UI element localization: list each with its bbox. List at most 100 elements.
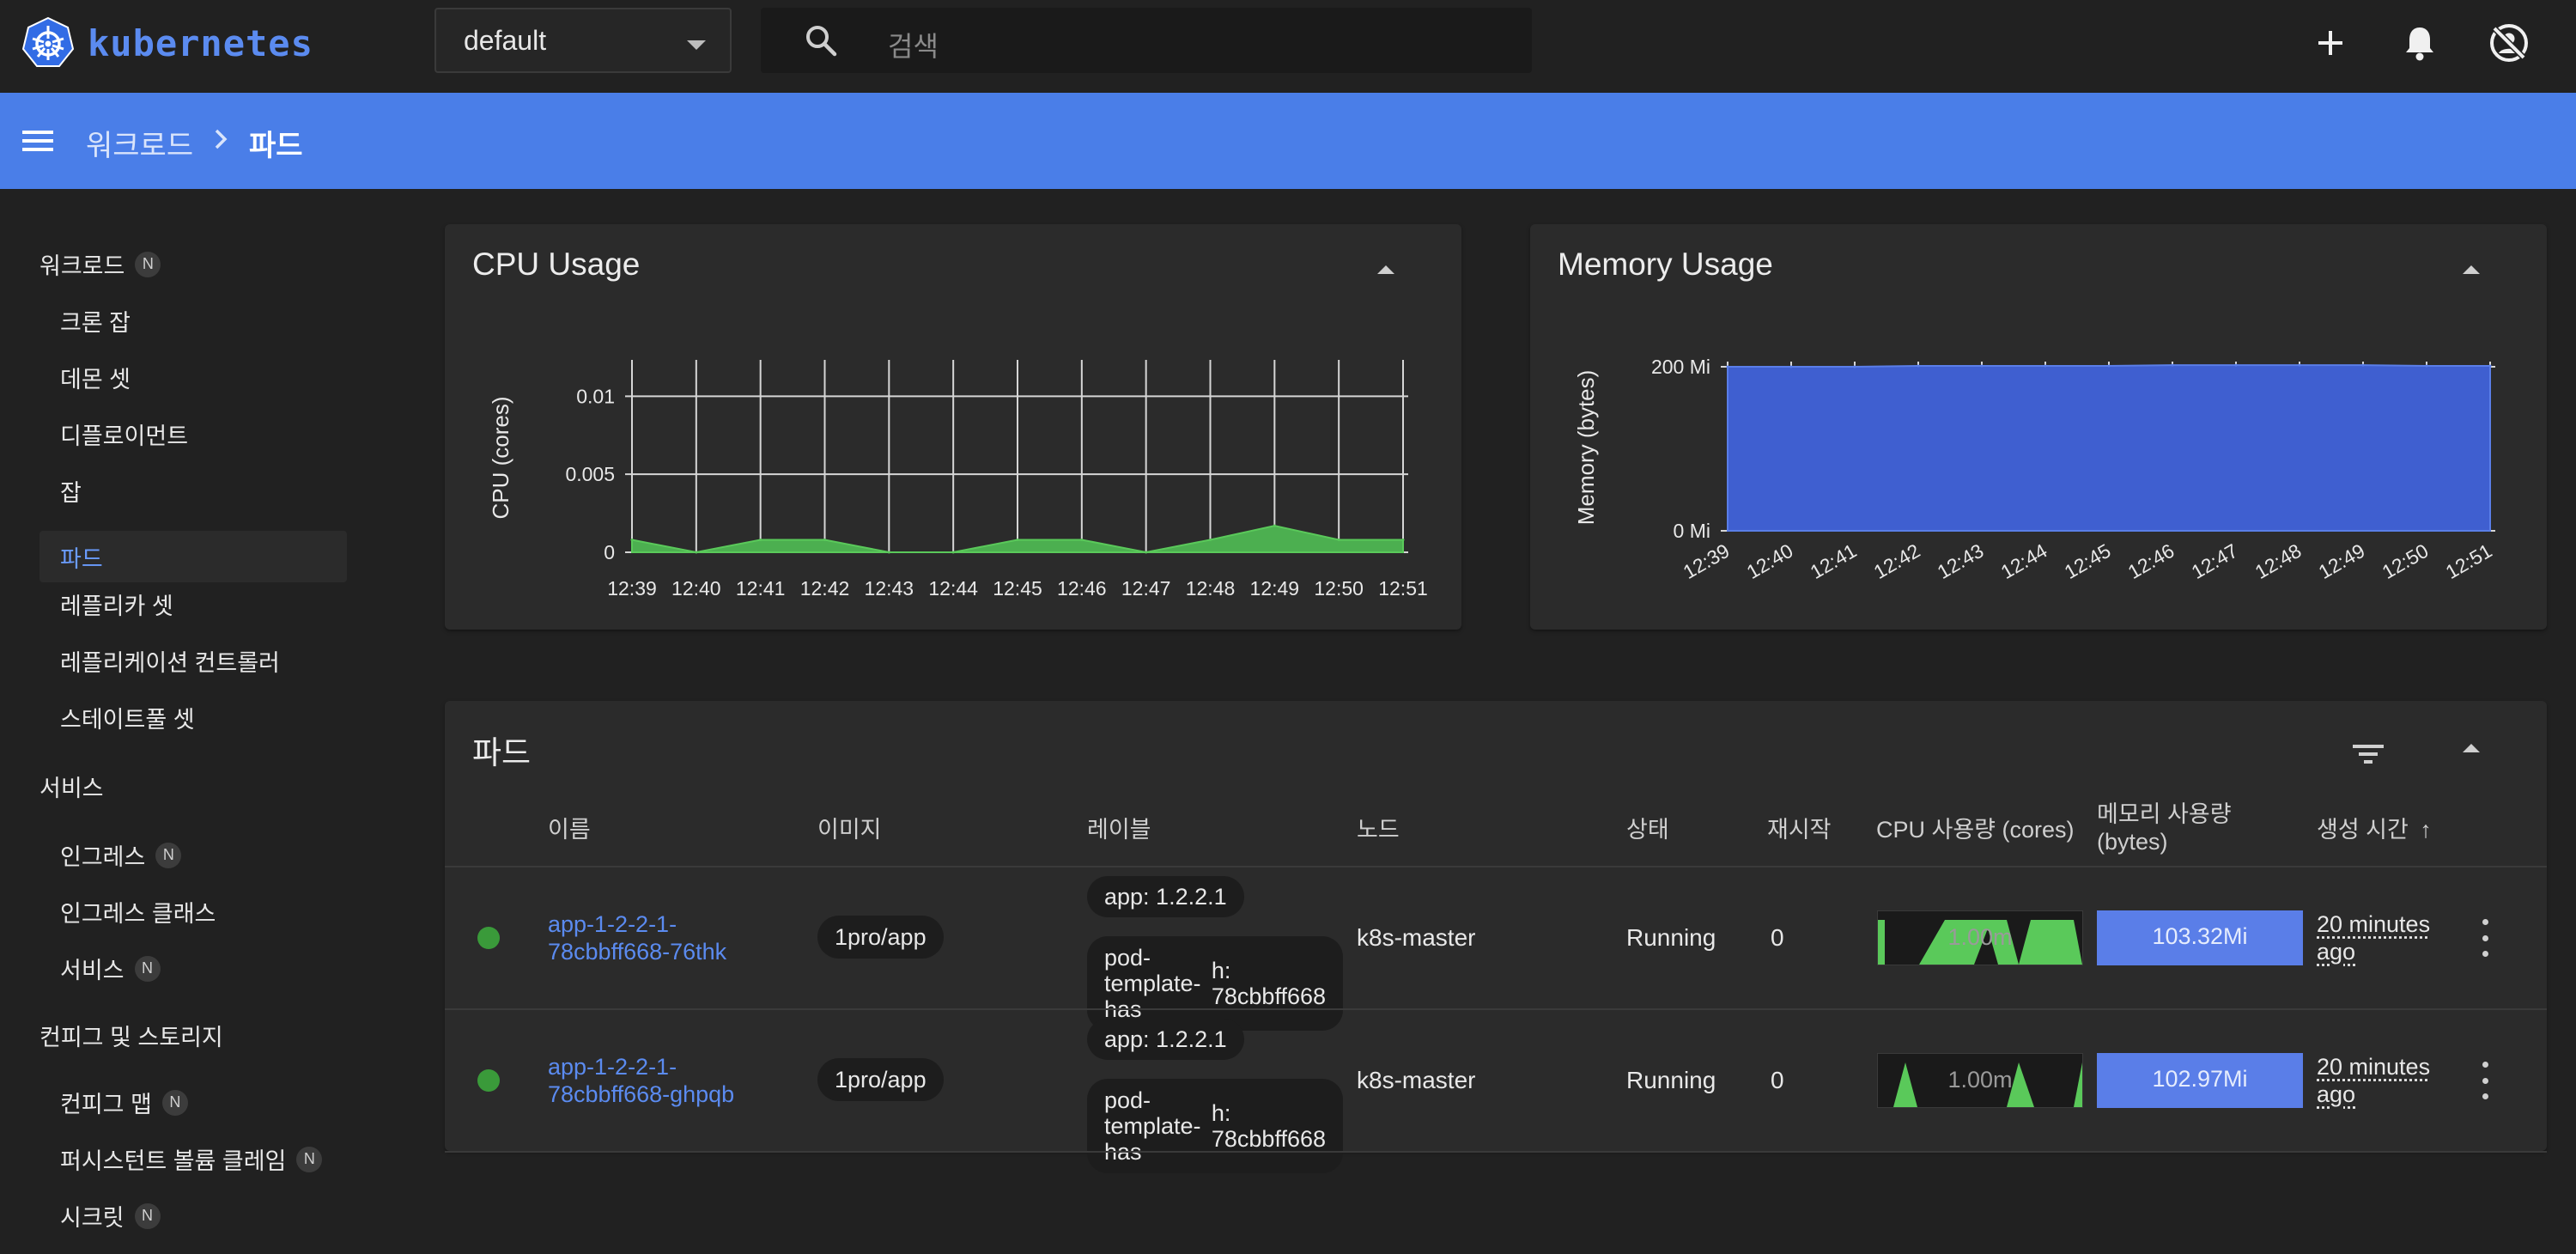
row-actions-menu-icon[interactable] (2480, 919, 2490, 957)
x-tick-label: 12:47 (1121, 577, 1171, 600)
sidebar-item-label: 파드 (60, 545, 103, 572)
y-axis-label: CPU (cores) (488, 396, 513, 519)
breadcrumb-parent[interactable]: 워크로드 (86, 122, 193, 164)
sidebar-section-services[interactable]: 서비스 (39, 770, 104, 803)
app-logo[interactable]: kubernetes (21, 15, 313, 70)
sidebar-item-pods[interactable]: 파드 (39, 531, 347, 582)
x-tick-label: 12:46 (2124, 539, 2178, 583)
row-divider (445, 1008, 2547, 1010)
kubernetes-logo-icon (21, 16, 75, 67)
column-header-created[interactable]: 생성 시간 ↑ (2317, 816, 2432, 843)
search-placeholder: 검색 (888, 31, 939, 62)
x-tick-label: 12:43 (865, 577, 914, 600)
breadcrumb-bar: 워크로드 파드 (0, 93, 2576, 189)
sidebar-item-daemonsets[interactable]: 데몬 셋 (60, 361, 131, 394)
sidebar-section-label: 워크로드 (39, 253, 125, 279)
sidebar-item-label: 서비스 (60, 958, 125, 983)
pod-name-line2: 78cbbff668-ghpqb (548, 1081, 735, 1107)
column-header-image[interactable]: 이미지 (817, 816, 882, 843)
y-tick-label: 200 Mi (1651, 356, 1710, 378)
sidebar-item-label: 레플리카 셋 (60, 594, 173, 619)
x-tick-label: 12:49 (1250, 577, 1300, 600)
pod-name-link[interactable]: app-1-2-2-1- 78cbbff668-76thk (548, 910, 726, 965)
x-tick-label: 12:50 (2379, 539, 2433, 583)
sidebar-item-ingressclasses[interactable]: 인그레스 클래스 (60, 895, 216, 928)
creation-time-line2: ago (2317, 939, 2356, 965)
sidebar-item-replicationcontrollers[interactable]: 레플리케이션 컨트롤러 (60, 644, 280, 678)
sidebar-item-label: 퍼시스턴트 볼륨 클레임 (60, 1148, 287, 1174)
status-value: Running (1626, 924, 1716, 951)
x-tick-label: 12:42 (1870, 539, 1924, 583)
data-point (2171, 363, 2174, 367)
sidebar-item-label: 인그레스 (60, 844, 146, 870)
image-chip: 1pro/app (817, 916, 944, 959)
data-point (2488, 364, 2492, 368)
namespaced-badge: N (296, 1146, 323, 1172)
sidebar-item-label: 컨피그 맵 (60, 1092, 152, 1117)
sidebar-item-label: 스테이트풀 셋 (60, 707, 195, 733)
x-tick-label: 12:41 (1807, 539, 1861, 583)
column-header-name[interactable]: 이름 (548, 816, 591, 843)
y-axis-label: Memory (bytes) (1573, 370, 1599, 526)
pod-name-line2: 78cbbff668-76thk (548, 939, 727, 965)
data-point (887, 551, 890, 554)
y-tick-label: 0 (604, 541, 615, 563)
x-tick-label: 12:50 (1314, 577, 1364, 600)
search-bar[interactable]: 검색 (761, 8, 1532, 73)
label-chip-line1: pod-template-has (1104, 945, 1201, 1022)
memory-value: 103.32Mi (2152, 923, 2248, 949)
sidebar-item-ingresses[interactable]: 인그레스 N (60, 838, 182, 872)
memory-sparkline: 103.32Mi (2097, 910, 2303, 965)
sidebar-item-deployments[interactable]: 디플로이먼트 (60, 417, 188, 451)
sidebar-item-configmaps[interactable]: 컨피그 맵 N (60, 1086, 188, 1119)
cpu-sparkline: 1.00m (1877, 1053, 2083, 1108)
node-value: k8s-master (1357, 924, 1476, 951)
running-status-icon (477, 1069, 500, 1092)
row-actions-menu-icon[interactable] (2480, 1062, 2490, 1099)
collapse-icon[interactable] (2463, 744, 2480, 752)
sidebar-item-label: 데몬 셋 (60, 367, 131, 393)
hamburger-menu-icon[interactable] (19, 122, 57, 160)
notifications-button[interactable] (2396, 19, 2444, 67)
label-chip-line2: h: 78cbbff668 (1211, 1100, 1327, 1152)
x-tick-label: 12:42 (800, 577, 850, 600)
column-header-cpu[interactable]: CPU 사용량 (cores) (1876, 816, 2075, 843)
sidebar-item-cronjobs[interactable]: 크론 잡 (60, 304, 131, 338)
sidebar-item-label: 인그레스 클래스 (60, 901, 216, 927)
namespace-select[interactable]: default (434, 8, 732, 73)
restarts-value: 0 (1771, 924, 1784, 951)
cpu-sparkline: 1.00m (1877, 910, 2083, 965)
sidebar-section-workloads[interactable]: 워크로드 N (39, 247, 161, 281)
account-button[interactable] (2485, 19, 2533, 67)
node-value: k8s-master (1357, 1067, 1476, 1093)
top-bar: kubernetes default 검색 (0, 0, 2576, 93)
column-header-node[interactable]: 노드 (1357, 816, 1400, 843)
column-header-restarts[interactable]: 재시작 (1767, 816, 1832, 843)
x-tick-label: 12:40 (1743, 539, 1797, 583)
sidebar-item-persistentvolumeclaims[interactable]: 퍼시스턴트 볼륨 클레임 N (60, 1142, 323, 1176)
memory-usage-chart: 0 Mi 200 Mi 12:39 12:40 12:41 12:42 12:43 12:44… (1573, 356, 2496, 583)
column-header-memory[interactable]: 메모리 사용량 (bytes) (2097, 800, 2232, 855)
label-chip: pod-template-has h: 78cbbff668 (1087, 936, 1343, 1031)
data-point (1209, 538, 1212, 541)
sidebar-item-services[interactable]: 서비스 N (60, 952, 161, 985)
x-tick-label: 12:48 (1186, 577, 1236, 600)
sidebar-section-config-storage[interactable]: 컨피그 및 스토리지 (39, 1019, 223, 1052)
filter-icon[interactable] (2351, 740, 2385, 768)
data-point (2425, 364, 2428, 368)
data-point (1145, 551, 1148, 554)
data-point (823, 538, 826, 541)
sidebar-item-jobs[interactable]: 잡 (60, 474, 82, 508)
data-point (2298, 363, 2301, 367)
pod-name-link[interactable]: app-1-2-2-1- 78cbbff668-ghpqb (548, 1053, 734, 1108)
sidebar-item-secrets[interactable]: 시크릿 N (60, 1199, 161, 1233)
data-point (2044, 364, 2047, 368)
column-header-memory-line1: 메모리 사용량 (2097, 801, 2232, 827)
column-header-status[interactable]: 상태 (1626, 816, 1669, 843)
sidebar-item-replicasets[interactable]: 레플리카 셋 (60, 587, 173, 621)
sidebar-item-label: 잡 (60, 480, 82, 506)
namespaced-badge: N (161, 1089, 188, 1116)
create-resource-button[interactable] (2306, 19, 2354, 67)
column-header-created-label: 생성 시간 (2317, 817, 2409, 843)
sidebar-item-statefulsets[interactable]: 스테이트풀 셋 (60, 701, 195, 734)
